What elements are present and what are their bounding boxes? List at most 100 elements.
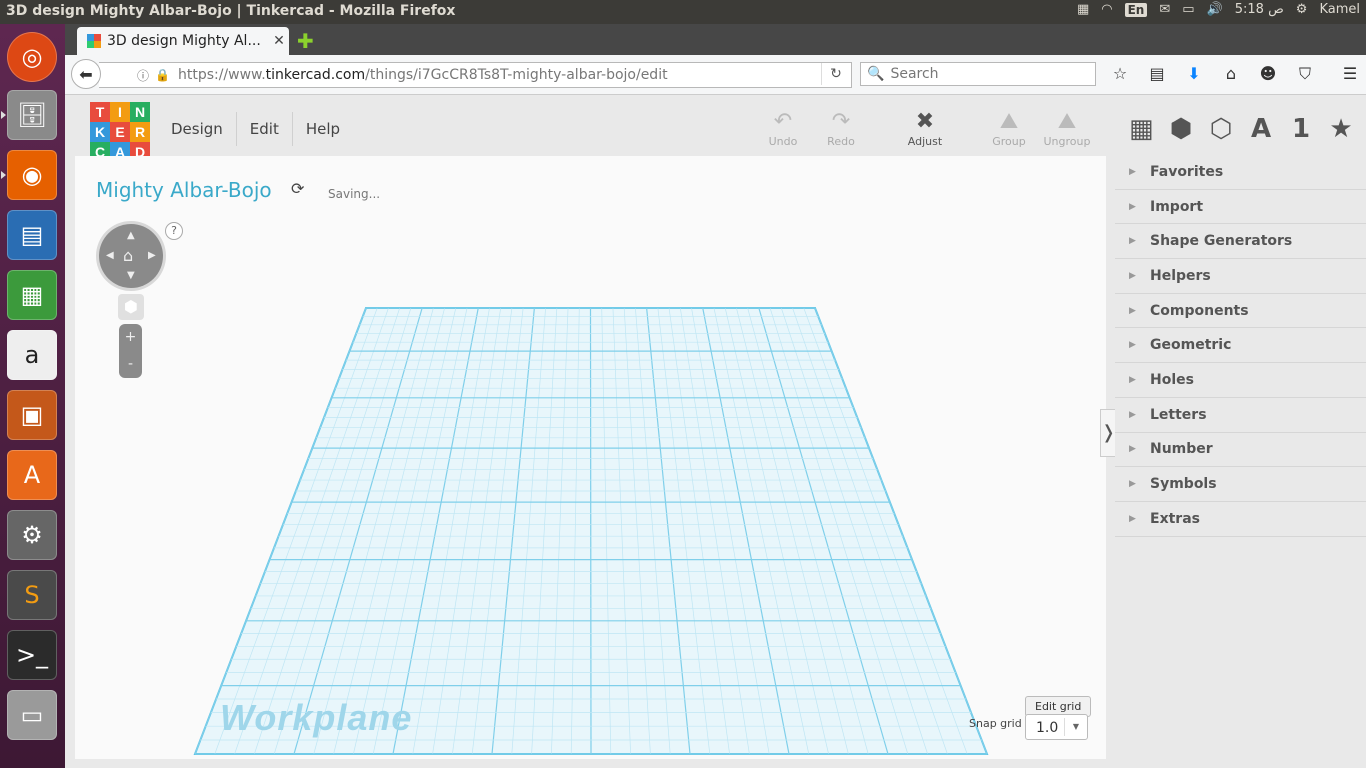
- reading-list-icon[interactable]: ▤: [1147, 64, 1167, 84]
- redo-button[interactable]: ↷ Redo: [816, 109, 866, 148]
- settings-gear-icon[interactable]: ⚙: [1296, 2, 1308, 17]
- category-favorites[interactable]: ▶ Favorites: [1115, 155, 1366, 190]
- calc-icon[interactable]: ▦: [7, 270, 57, 320]
- logo-letter: I: [110, 102, 130, 122]
- group-label: Group: [992, 135, 1026, 148]
- files-icon[interactable]: 🗄: [7, 90, 57, 140]
- software-center-icon[interactable]: A: [7, 450, 57, 500]
- url-text[interactable]: https://www.tinkercad.com/things/i7GcCR8…: [178, 67, 668, 83]
- category-symbols[interactable]: ▶ Symbols: [1115, 467, 1366, 502]
- running-indicator-icon: [1, 111, 6, 119]
- drive-icon[interactable]: ▭: [7, 690, 57, 740]
- ungroup-icon: ⛰: [1057, 109, 1077, 134]
- category-shape-generators[interactable]: ▶ Shape Generators: [1115, 224, 1366, 260]
- chevron-down-icon: ▼: [1064, 718, 1087, 736]
- number-shapes-icon[interactable]: 1: [1289, 114, 1313, 144]
- reload-button[interactable]: ↻: [821, 63, 850, 85]
- expand-arrow-icon: ▶: [1129, 201, 1136, 212]
- keyboard-layout-indicator[interactable]: En: [1124, 2, 1148, 17]
- category-label: Components: [1150, 302, 1249, 319]
- tinkercad-logo[interactable]: TINKERCAD: [90, 102, 150, 162]
- category-number[interactable]: ▶ Number: [1115, 433, 1366, 468]
- wifi-icon[interactable]: ◠: [1101, 2, 1112, 17]
- amazon-icon[interactable]: a: [7, 330, 57, 380]
- hello-icon[interactable]: ☻: [1258, 64, 1278, 84]
- orbit-up-icon[interactable]: ▲: [127, 230, 135, 241]
- battery-icon[interactable]: ▭: [1182, 2, 1194, 17]
- expand-arrow-icon: ▶: [1129, 305, 1136, 316]
- url-bar[interactable]: ⓘ 🔒 https://www.tinkercad.com/things/i7G…: [99, 62, 852, 88]
- category-holes[interactable]: ▶ Holes: [1115, 363, 1366, 398]
- system-settings-icon[interactable]: ⚙: [7, 510, 57, 560]
- category-components[interactable]: ▶ Components: [1115, 294, 1366, 329]
- terminal-icon[interactable]: >_: [7, 630, 57, 680]
- tinkercad-editor: TINKERCAD Design Edit Help ↶ Undo ↷ Redo…: [65, 95, 1366, 768]
- tab-tinkercad[interactable]: 3D design Mighty Al... ✕: [77, 27, 289, 55]
- collapse-panel-button[interactable]: ❭: [1100, 409, 1117, 457]
- menu-edit[interactable]: Edit: [237, 112, 293, 146]
- info-icon[interactable]: ⓘ: [137, 67, 149, 84]
- ungroup-button[interactable]: ⛰ Ungroup: [1042, 109, 1092, 148]
- view-navigation-wheel[interactable]: ▲ ▼ ◀ ▶ ⌂: [99, 224, 163, 288]
- volume-icon[interactable]: 🔊: [1207, 2, 1223, 17]
- impress-icon[interactable]: ▣: [7, 390, 57, 440]
- back-arrow-icon: ⬅: [79, 64, 93, 84]
- search-box[interactable]: 🔍 Search: [860, 62, 1096, 86]
- expand-arrow-icon: ▶: [1129, 513, 1136, 524]
- navigation-toolbar: ⓘ 🔒 https://www.tinkercad.com/things/i7G…: [65, 55, 1366, 95]
- wireframe-cube-icon[interactable]: ⬡: [1209, 114, 1233, 144]
- category-label: Geometric: [1150, 337, 1232, 354]
- design-title[interactable]: Mighty Albar-Bojo: [96, 178, 272, 202]
- clock[interactable]: 5:18 ص: [1235, 2, 1284, 17]
- downloads-icon[interactable]: ⬇: [1184, 64, 1204, 84]
- menu-help[interactable]: Help: [293, 112, 353, 146]
- pocket-icon[interactable]: ⛉: [1295, 64, 1315, 84]
- main-menu: Design Edit Help: [158, 112, 353, 146]
- writer-icon[interactable]: ▤: [7, 210, 57, 260]
- orbit-left-icon[interactable]: ◀: [106, 250, 114, 261]
- group-button[interactable]: ⛰ Group: [984, 109, 1034, 148]
- category-geometric[interactable]: ▶ Geometric: [1115, 328, 1366, 364]
- mail-icon[interactable]: ✉: [1159, 2, 1170, 17]
- orbit-right-icon[interactable]: ▶: [148, 250, 156, 261]
- new-tab-icon[interactable]: ✚: [297, 29, 314, 53]
- category-helpers[interactable]: ▶ Helpers: [1115, 259, 1366, 294]
- expand-arrow-icon: ▶: [1129, 340, 1136, 351]
- tab-bar: 3D design Mighty Al... ✕ ✚: [65, 24, 1366, 55]
- favorites-star-icon[interactable]: ★: [1329, 114, 1353, 144]
- menu-design[interactable]: Design: [158, 112, 237, 146]
- workplane-grid[interactable]: [75, 156, 1106, 759]
- home-view-icon[interactable]: ⌂: [123, 246, 133, 265]
- zoom-in-button[interactable]: +: [119, 324, 142, 351]
- undo-button[interactable]: ↶ Undo: [758, 109, 808, 148]
- adjust-button[interactable]: ✖ Adjust: [900, 109, 950, 148]
- text-shapes-icon[interactable]: A: [1249, 114, 1273, 144]
- category-letters[interactable]: ▶ Letters: [1115, 398, 1366, 433]
- category-label: Shape Generators: [1150, 233, 1293, 250]
- home-icon[interactable]: ⌂: [1221, 64, 1241, 84]
- logo-letter: K: [90, 122, 110, 142]
- lock-icon: 🔒: [155, 68, 170, 82]
- orbit-down-icon[interactable]: ▼: [127, 270, 135, 281]
- hamburger-menu-icon[interactable]: ☰: [1340, 64, 1360, 84]
- 3d-viewport[interactable]: Workplane Mighty Albar-Bojo ⟳ Saving... …: [75, 156, 1106, 759]
- sublime-text-icon[interactable]: S: [7, 570, 57, 620]
- chevron-right-icon: ❭: [1101, 422, 1117, 443]
- user-name[interactable]: Kamel: [1319, 2, 1360, 17]
- category-label: Letters: [1150, 406, 1207, 423]
- zoom-out-button[interactable]: -: [119, 351, 142, 378]
- category-extras[interactable]: ▶ Extras: [1115, 502, 1366, 537]
- snap-grid-select[interactable]: 1.0 ▼: [1025, 714, 1088, 740]
- navigation-help-icon[interactable]: ?: [165, 222, 183, 240]
- close-tab-icon[interactable]: ✕: [269, 33, 289, 49]
- view-cube-icon[interactable]: ⬢: [118, 294, 144, 320]
- bookmark-star-icon[interactable]: ☆: [1110, 64, 1130, 84]
- back-button[interactable]: ⬅: [71, 59, 101, 89]
- firefox-icon[interactable]: ◉: [7, 150, 57, 200]
- grid-view-icon[interactable]: ▦: [1129, 114, 1154, 144]
- ubuntu-dash-icon[interactable]: ◎: [7, 32, 57, 82]
- cube-icon[interactable]: ⬢: [1169, 114, 1193, 144]
- category-import[interactable]: ▶ Import: [1115, 190, 1366, 225]
- workspaces-icon[interactable]: ▦: [1077, 2, 1089, 17]
- search-icon: 🔍: [867, 66, 885, 82]
